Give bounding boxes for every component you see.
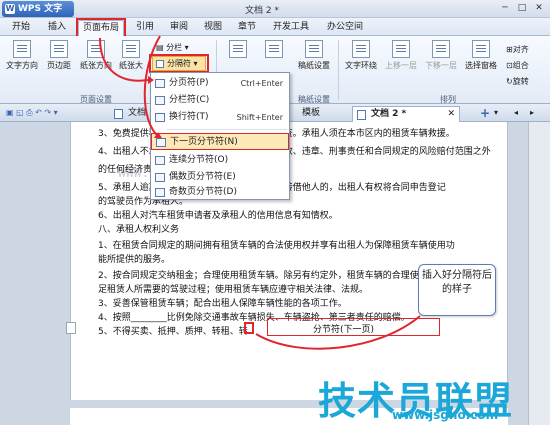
- arrow-head: [148, 76, 154, 84]
- arrow-to-menu-item: [143, 35, 161, 137]
- watermark-url: www.jsgho.com: [392, 408, 499, 422]
- arrow-to-breaks: [99, 37, 149, 82]
- annotation-arrows: [99, 35, 421, 350]
- arrow-to-callout: [255, 315, 421, 350]
